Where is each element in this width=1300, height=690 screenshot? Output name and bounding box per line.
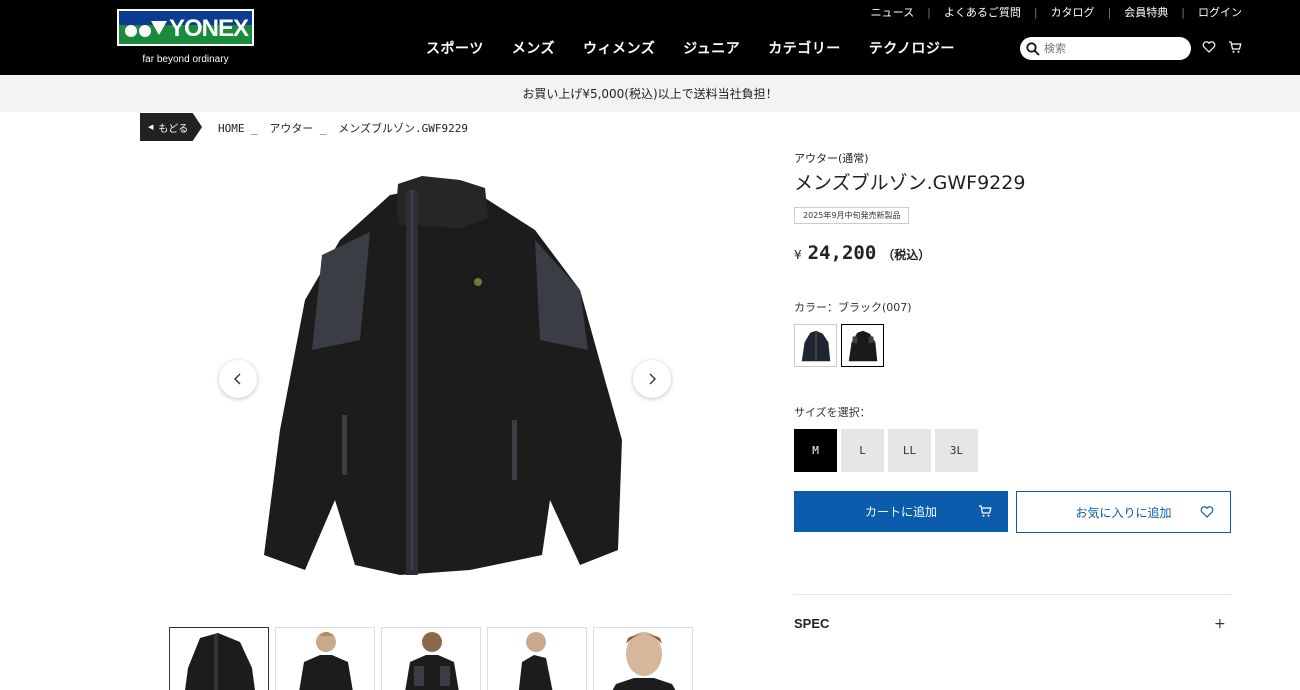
color-label: カラー：ブラック(007) — [794, 301, 912, 314]
breadcrumb-current: メンズブルゾン.GWF9229 — [338, 122, 469, 135]
shipping-banner: お買い上げ¥5,000(税込)以上で送料当社負担！ — [0, 75, 1300, 112]
nav-item-technology[interactable]: テクノロジー — [869, 38, 955, 58]
utility-link-faq[interactable]: よくあるご質問 — [944, 4, 1021, 20]
nav-item-category[interactable]: カテゴリー — [768, 38, 841, 58]
utility-link-news[interactable]: ニュース — [871, 4, 914, 20]
swatch-jacket-black-image — [848, 330, 877, 361]
product-title: メンズブルゾン.GWF9229 — [794, 172, 1026, 194]
color-swatches — [794, 324, 884, 367]
logo-badge: YONEX — [117, 9, 254, 46]
thumbnail-1[interactable] — [169, 627, 269, 690]
chevron-right-icon — [649, 373, 656, 385]
main-nav: スポーツ メンズ ウィメンズ ジュニア カテゴリー テクノロジー — [426, 38, 955, 58]
size-option-m[interactable]: M — [794, 429, 837, 472]
nav-item-junior[interactable]: ジュニア — [683, 38, 740, 58]
breadcrumb-home[interactable]: HOME _ — [218, 122, 258, 135]
add-to-favorites-button[interactable]: お気に入りに追加 — [1016, 491, 1231, 533]
favorites-heart-icon[interactable] — [1202, 40, 1216, 54]
image-next-button[interactable] — [633, 360, 671, 398]
spec-accordion-label[interactable]: SPEC — [794, 616, 829, 631]
utility-link-member[interactable]: 会員特典 — [1124, 4, 1168, 20]
spec-expand-icon[interactable]: + — [1214, 616, 1226, 632]
utility-separator: | — [1181, 5, 1185, 19]
color-swatch-black[interactable] — [841, 324, 884, 367]
price-tax-note: （税込） — [882, 248, 931, 262]
size-option-l[interactable]: L — [841, 429, 884, 472]
utility-link-catalog[interactable]: カタログ — [1051, 4, 1095, 20]
chevron-left-icon — [234, 373, 241, 385]
logo-tagline: far beyond ordinary — [142, 54, 229, 65]
utility-link-login[interactable]: ログイン — [1198, 4, 1242, 20]
add-to-favorites-label: お気に入りに追加 — [1075, 505, 1172, 520]
size-options: M L LL 3L — [794, 429, 978, 472]
thumbnail-2[interactable] — [275, 627, 375, 690]
thumbnail-model-front-image — [299, 632, 353, 690]
color-swatch-navy[interactable] — [794, 324, 837, 367]
logo-mark-icon — [125, 21, 167, 37]
nav-item-sports[interactable]: スポーツ — [426, 38, 484, 58]
cart-icon — [979, 505, 992, 517]
thumbnail-model-back-image — [405, 632, 459, 690]
utility-separator: | — [1033, 5, 1038, 19]
breadcrumb-outer[interactable]: アウター _ — [269, 122, 326, 135]
spec-divider — [794, 594, 1231, 595]
thumbnail-model-side-image — [518, 632, 553, 690]
thumbnail-model-closeup-image — [612, 632, 676, 690]
utility-separator: | — [927, 5, 931, 19]
search-input[interactable] — [1044, 42, 1174, 55]
utility-nav: ニュース | よくあるご質問 | カタログ | 会員特典 | ログイン — [871, 4, 1242, 20]
thumbnail-5[interactable] — [593, 627, 693, 690]
thumbnail-3[interactable] — [381, 627, 481, 690]
nav-item-mens[interactable]: メンズ — [512, 38, 555, 58]
add-to-cart-button[interactable]: カートに追加 — [794, 491, 1008, 532]
thumbnail-4[interactable] — [487, 627, 587, 690]
swatch-jacket-navy-image — [801, 330, 830, 361]
utility-separator: | — [1107, 5, 1112, 19]
product-category: アウター(通常) — [794, 152, 869, 165]
product-price: ¥ 24,200 （税込） — [794, 242, 930, 264]
yonex-logo[interactable]: YONEX far beyond ordinary — [117, 9, 254, 68]
search-box[interactable] — [1020, 37, 1191, 60]
site-header: YONEX far beyond ordinary ニュース | よくあるご質問… — [0, 0, 1300, 75]
heart-icon — [1200, 506, 1214, 518]
image-prev-button[interactable] — [219, 360, 257, 398]
release-badge: 2025年9月中旬発売新製品 — [794, 207, 910, 224]
back-arrow-icon: ◀ — [148, 123, 154, 131]
thumbnail-jacket-front-image — [185, 633, 255, 690]
breadcrumb: HOME _ アウター _ メンズブルゾン.GWF9229 — [218, 120, 473, 136]
price-currency: ¥ — [794, 248, 802, 262]
logo-wordmark: YONEX — [169, 15, 249, 42]
product-main-image — [264, 176, 622, 575]
add-to-cart-label: カートに追加 — [864, 505, 937, 519]
back-button[interactable]: ◀ もどる — [140, 113, 202, 141]
size-option-ll[interactable]: LL — [888, 429, 931, 472]
nav-item-womens[interactable]: ウィメンズ — [583, 38, 655, 58]
size-label: サイズを選択： — [794, 406, 871, 419]
back-label: もどる — [158, 123, 189, 135]
search-icon — [1026, 41, 1040, 56]
thumbnail-strip — [169, 627, 693, 690]
cart-icon[interactable] — [1228, 40, 1242, 54]
size-option-3l[interactable]: 3L — [935, 429, 978, 472]
price-amount: 24,200 — [807, 242, 877, 264]
